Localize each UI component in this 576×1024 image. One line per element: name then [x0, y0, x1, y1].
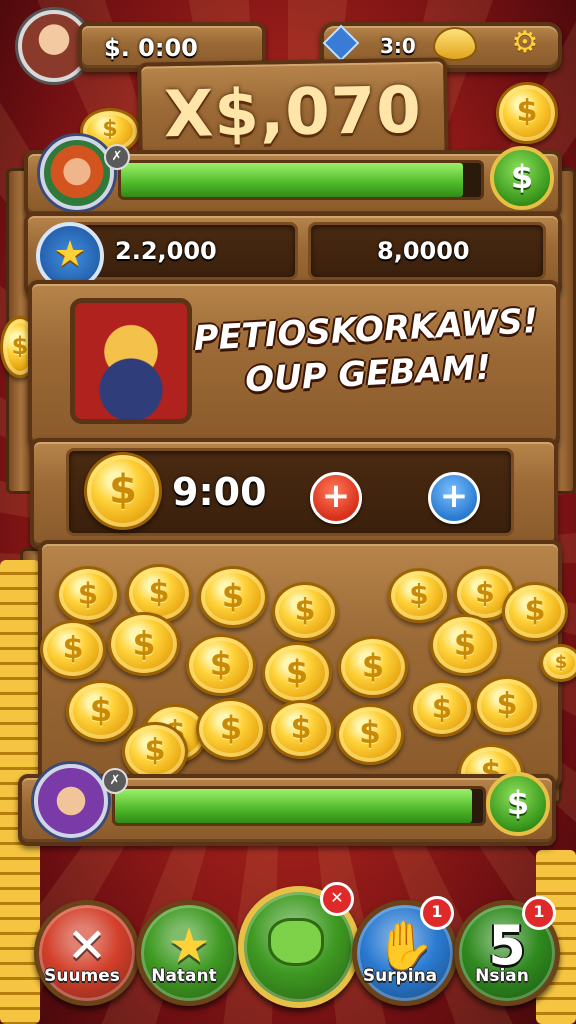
hero-avatar[interactable]	[40, 136, 114, 210]
coin-symbol: $	[516, 94, 538, 129]
nav-label: Natant	[151, 966, 217, 986]
stat-right-value: 8,0000	[377, 237, 470, 265]
progress-bar-bottom	[112, 786, 486, 826]
goblin-avatar[interactable]	[34, 764, 108, 838]
banana-icon	[433, 27, 477, 61]
close-badge-icon[interactable]: ✗	[104, 144, 130, 170]
money-value: $. 0:00	[104, 34, 198, 62]
pile-coin[interactable]: $	[196, 698, 266, 760]
stat-left-value: 2.2,000	[115, 237, 217, 265]
pile-coin[interactable]: $	[262, 642, 332, 704]
pile-coin[interactable]: $	[268, 700, 334, 759]
frog-shape	[268, 918, 324, 966]
notification-badge: ✕	[320, 882, 354, 916]
pile-coin[interactable]: $	[410, 680, 474, 737]
pile-coin[interactable]: $	[108, 612, 180, 676]
progress-bar-top	[118, 160, 484, 200]
pile-coin[interactable]: $	[336, 704, 404, 765]
stat-slot-right: 8,0000	[308, 222, 546, 280]
gem-value: 3:0	[380, 34, 416, 58]
dollar-icon: $	[510, 158, 534, 196]
pile-coin[interactable]: $	[66, 680, 136, 742]
counter-value: 9:00	[172, 470, 267, 514]
pile-coin[interactable]: $	[56, 566, 120, 623]
close-badge-icon[interactable]: ✗	[102, 768, 128, 794]
progress-fill-top	[121, 163, 463, 197]
collect-coin-button[interactable]: $	[490, 146, 554, 210]
coin-symbol: $	[109, 467, 137, 513]
dollar-icon: $	[506, 784, 530, 822]
add-button-red[interactable]: +	[310, 472, 362, 524]
pile-coin[interactable]: $	[122, 722, 188, 781]
pile-coin[interactable]: $	[198, 566, 268, 628]
pile-coin[interactable]: $	[272, 582, 338, 641]
nav-label: Nsian	[475, 966, 529, 986]
pile-coin[interactable]: $	[338, 636, 408, 698]
pile-coin[interactable]: $	[186, 634, 256, 696]
pile-coin[interactable]: $	[474, 676, 540, 735]
coin-symbol: $	[11, 332, 29, 360]
notification-badge: 1	[522, 896, 556, 930]
pile-coin[interactable]: $	[540, 644, 576, 682]
plus-icon: +	[321, 476, 351, 516]
nav-button-natant[interactable]: ★	[136, 900, 242, 1006]
pile-coin[interactable]: $	[40, 620, 106, 679]
villain-portrait	[70, 298, 192, 424]
floating-coin: $	[496, 82, 558, 144]
add-button-blue[interactable]: +	[428, 472, 480, 524]
pile-coin[interactable]: $	[430, 614, 500, 676]
banner-text: PETIOSKORKAWS! OUP GEBAM!	[190, 299, 544, 405]
counter-coin-icon: $	[84, 452, 162, 530]
plus-icon: +	[439, 476, 469, 516]
progress-fill-bottom	[115, 789, 472, 823]
coin-symbol: $	[102, 117, 118, 142]
collect-coin-button-bottom[interactable]: $	[486, 772, 550, 836]
notification-badge: 1	[420, 896, 454, 930]
pile-coin[interactable]: $	[502, 582, 568, 641]
title-text: X$,070	[163, 73, 423, 153]
pile-coin[interactable]: $	[388, 568, 450, 623]
nav-button-suumes[interactable]: ✕	[34, 900, 140, 1006]
gear-icon[interactable]: ⚙	[510, 28, 540, 58]
